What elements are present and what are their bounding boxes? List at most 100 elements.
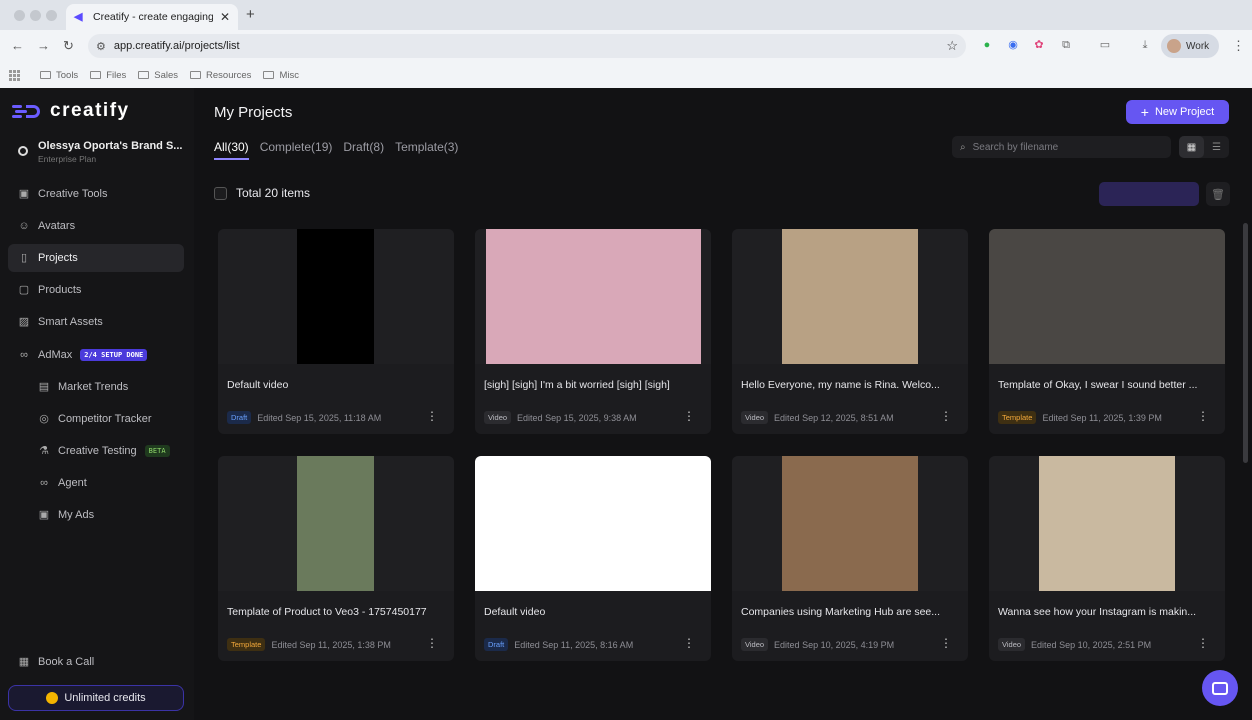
project-thumbnail[interactable] (218, 229, 454, 364)
credits-label: Unlimited credits (64, 692, 146, 704)
address-bar[interactable]: ⚙ app.creatify.ai/projects/list ☆ (88, 34, 966, 58)
browser-menu-icon[interactable]: ⋮ (1232, 38, 1245, 54)
sidebar-item-label: Projects (38, 252, 78, 264)
close-window-button[interactable] (14, 10, 25, 21)
project-card[interactable]: [sigh] [sigh] I'm a bit worried [sigh] [… (475, 229, 711, 434)
apps-grid-icon[interactable] (9, 69, 20, 81)
card-menu-icon[interactable]: ⋮ (683, 409, 695, 423)
thumbnail-image (1039, 456, 1175, 591)
project-thumbnail[interactable] (475, 229, 711, 364)
bookmark-star-icon[interactable]: ☆ (946, 38, 958, 54)
bookmark-folder[interactable]: Sales (138, 70, 178, 81)
project-card[interactable]: Companies using Marketing Hub are see...… (732, 456, 968, 661)
sidebar-item-my-ads[interactable]: ▣ My Ads (8, 501, 184, 529)
project-card[interactable]: Template of Product to Veo3 - 1757450177… (218, 456, 454, 661)
sidebar-item-label: Smart Assets (38, 316, 103, 328)
grid-view-icon[interactable]: ▦ (1179, 136, 1204, 158)
card-menu-icon[interactable]: ⋮ (426, 636, 438, 650)
new-project-button[interactable]: + New Project (1126, 100, 1229, 124)
sidebar-item-creative-testing[interactable]: ⚗ Creative Testing BETA (8, 437, 184, 465)
calendar-icon: ▦ (18, 656, 30, 668)
sidebar-item-products[interactable]: ▢ Products (8, 276, 184, 304)
bookmark-folder[interactable]: Resources (190, 70, 251, 81)
project-card[interactable]: Default video Draft Edited Sep 11, 2025, 8… (475, 456, 711, 661)
scrollbar[interactable] (1243, 223, 1248, 463)
sidebar-item-creative-tools[interactable]: ▣ Creative Tools (8, 180, 184, 208)
page-title: My Projects (214, 104, 293, 121)
edited-timestamp: Edited Sep 10, 2025, 4:19 PM (774, 639, 895, 650)
extension-circle-icon[interactable]: ◉ (1006, 38, 1020, 52)
sidebar-item-label: My Ads (58, 509, 95, 521)
project-thumbnail[interactable] (732, 229, 968, 364)
minimize-window-button[interactable] (30, 10, 41, 21)
tab-search-icon[interactable]: ▭ (1098, 38, 1112, 52)
card-menu-icon[interactable]: ⋮ (1197, 409, 1209, 423)
brand-switcher[interactable]: Olessya Oporta's Brand S... Enterprise P… (12, 140, 184, 164)
sidebar-item-competitor-tracker[interactable]: ◎ Competitor Tracker (8, 405, 184, 433)
card-menu-icon[interactable]: ⋮ (683, 636, 695, 650)
select-all-checkbox[interactable] (214, 187, 227, 200)
reload-icon[interactable]: ↻ (63, 38, 74, 54)
logo-wordmark: creatify (50, 100, 130, 121)
search-input[interactable] (972, 141, 1153, 153)
project-thumbnail[interactable] (989, 229, 1225, 364)
card-menu-icon[interactable]: ⋮ (426, 409, 438, 423)
bulk-action-button[interactable] (1099, 182, 1199, 206)
creatify-favicon-icon: ◀ (74, 11, 83, 23)
card-menu-icon[interactable]: ⋮ (940, 636, 952, 650)
book-call-button[interactable]: ▦ Book a Call (8, 648, 184, 676)
extension-chat-icon[interactable]: ● (980, 38, 994, 52)
edited-timestamp: Edited Sep 10, 2025, 2:51 PM (1031, 639, 1152, 650)
site-info-icon[interactable]: ⚙ (96, 40, 106, 53)
tab-template[interactable]: Template(3) (395, 140, 458, 160)
back-icon[interactable]: ← (11, 38, 24, 53)
sidebar-item-admax[interactable]: ∞ AdMax 2/4 SETUP DONE (8, 341, 184, 369)
forward-icon[interactable]: → (37, 38, 50, 53)
tab-complete[interactable]: Complete(19) (260, 140, 333, 160)
status-badge: Video (741, 638, 769, 651)
project-thumbnail[interactable] (475, 456, 711, 591)
close-tab-icon[interactable]: ✕ (220, 10, 230, 24)
card-menu-icon[interactable]: ⋮ (1197, 636, 1209, 650)
new-tab-button[interactable]: + (246, 6, 255, 23)
project-thumbnail[interactable] (989, 456, 1225, 591)
bookmark-folder[interactable]: Tools (40, 70, 78, 81)
status-badge: Video (998, 638, 1026, 651)
project-meta: Template Edited Sep 11, 2025, 1:39 PM (998, 411, 1162, 424)
profile-button[interactable]: Work (1161, 34, 1219, 58)
tab-draft[interactable]: Draft(8) (343, 140, 384, 160)
list-view-icon[interactable]: ☰ (1204, 136, 1229, 158)
credits-button[interactable]: Unlimited credits (8, 685, 184, 711)
brand-circle-icon (18, 146, 28, 156)
maximize-window-button[interactable] (46, 10, 57, 21)
project-card[interactable]: Wanna see how your Instagram is makin...… (989, 456, 1225, 661)
url-text[interactable]: app.creatify.ai/projects/list (114, 40, 240, 52)
project-meta: Video Edited Sep 10, 2025, 4:19 PM (741, 638, 894, 651)
chat-support-button[interactable] (1202, 670, 1238, 706)
status-badge: Template (998, 411, 1037, 424)
project-thumbnail[interactable] (218, 456, 454, 591)
new-project-label: New Project (1154, 106, 1215, 118)
sidebar-item-market-trends[interactable]: ▤ Market Trends (8, 373, 184, 401)
creatify-app: creatify Olessya Oporta's Brand S... Ent… (0, 88, 1252, 720)
bookmark-label: Misc (279, 69, 299, 81)
plan-label: Enterprise Plan (38, 154, 97, 164)
sidebar-item-smart-assets[interactable]: ▨ Smart Assets (8, 308, 184, 336)
browser-tab[interactable]: ◀ Creatify - create engaging vid ✕ (66, 4, 238, 30)
project-card[interactable]: Template of Okay, I swear I sound better… (989, 229, 1225, 434)
project-card[interactable]: Hello Everyone, my name is Rina. Welco..… (732, 229, 968, 434)
bookmark-folder[interactable]: Files (90, 70, 126, 81)
bookmark-folder[interactable]: Misc (263, 70, 299, 81)
sidebar-item-avatars[interactable]: ☺ Avatars (8, 212, 184, 240)
project-thumbnail[interactable] (732, 456, 968, 591)
tab-all[interactable]: All(30) (214, 140, 249, 160)
extensions-puzzle-icon[interactable]: ⧉ (1059, 38, 1073, 52)
download-icon[interactable]: ⤓ (1138, 38, 1152, 52)
sidebar-item-agent[interactable]: ∞ Agent (8, 469, 184, 497)
sidebar-item-projects[interactable]: ▯ Projects (8, 244, 184, 272)
project-card[interactable]: Default video Draft Edited Sep 15, 2025, 1… (218, 229, 454, 434)
extension-asana-icon[interactable]: ✿ (1032, 38, 1046, 52)
logo[interactable]: creatify (12, 100, 130, 122)
trash-icon[interactable]: 🗑 (1206, 182, 1230, 206)
card-menu-icon[interactable]: ⋮ (940, 409, 952, 423)
